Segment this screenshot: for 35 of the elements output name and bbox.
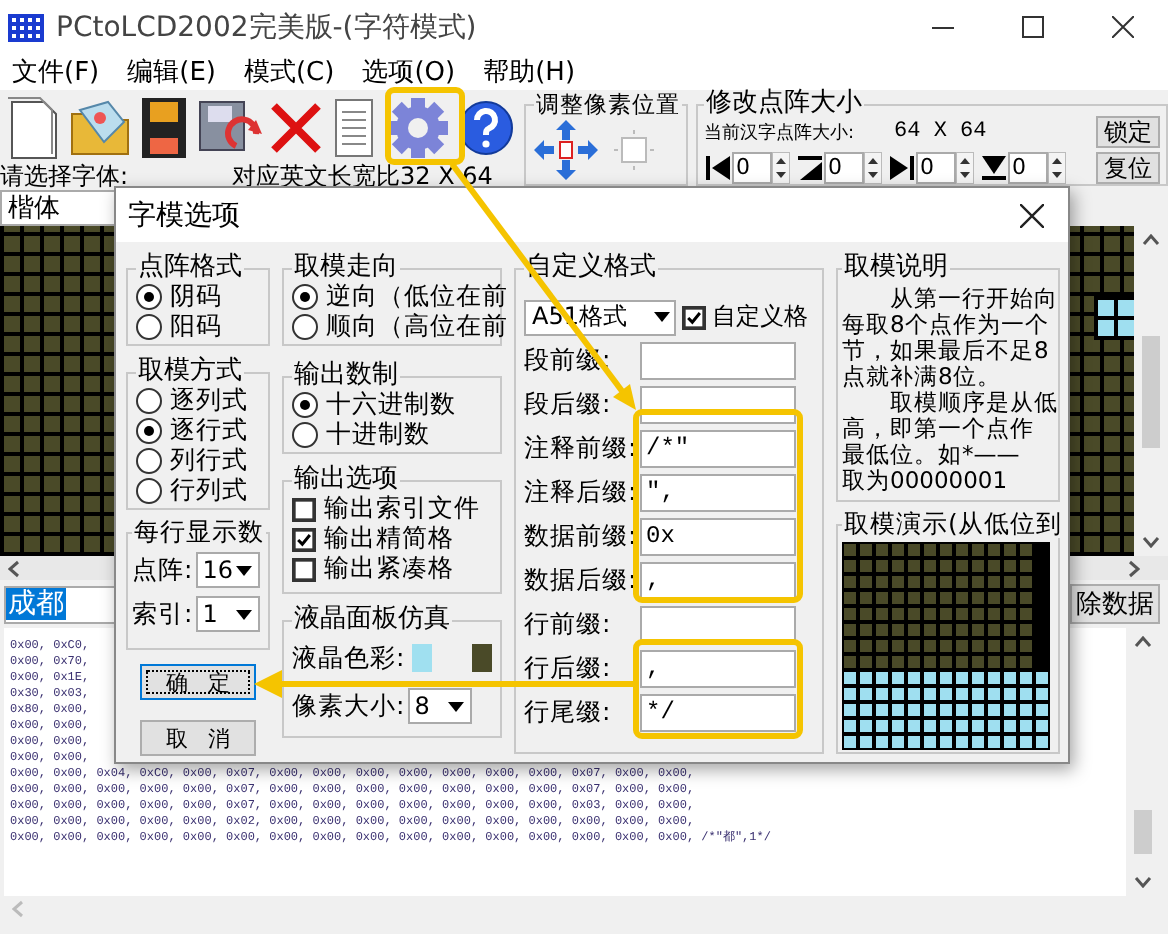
help-text: 最低位。如*——	[842, 442, 1022, 468]
group-title: 取模演示(从低位到	[842, 510, 1064, 538]
font-label: 请选择字体:	[0, 164, 129, 188]
window-title: PCtoLCD2002完美版-(字符模式)	[56, 9, 477, 45]
group-title: 点阵格式	[136, 254, 244, 282]
group-title: 调整像素位置	[534, 90, 682, 118]
field-label: 行尾缀:	[524, 695, 613, 729]
index-label: 索引:	[132, 597, 193, 631]
help-text: 从第一行开始向	[888, 286, 1054, 312]
help-text: 点就补满8位。	[842, 364, 1003, 390]
group-title: 输出选项	[292, 466, 400, 494]
field-label: 注释后缀:	[524, 475, 639, 509]
field-label: 数据前缀:	[524, 519, 639, 553]
field-label: 行后缀:	[524, 651, 613, 685]
matrix-size-value: 64 X 64	[894, 120, 987, 144]
group-title: 修改点阵大小	[704, 90, 864, 118]
help-text: 每取8个点作为一个	[842, 312, 1051, 338]
group-title: 每行显示数	[132, 518, 266, 546]
field-label: 段后缀:	[524, 387, 613, 421]
group-title: 取模走向	[292, 254, 400, 282]
help-text: 取模顺序是从低	[888, 390, 1054, 416]
group-title: 取模说明	[842, 254, 950, 282]
field-label: 数据后缀:	[524, 563, 639, 597]
field-label: 注释前缀:	[524, 431, 639, 465]
pixel-size-label: 像素大小:	[292, 689, 405, 723]
group-title: 液晶面板仿真	[292, 606, 452, 634]
group-title: 取模方式	[136, 358, 244, 386]
color-label: 液晶色彩:	[292, 641, 405, 675]
help-text: 高，即第一个点作	[842, 416, 1036, 442]
dot-label: 点阵:	[132, 553, 193, 587]
matrix-size-label: 当前汉字点阵大小:	[704, 121, 855, 145]
help-text: 节，如果最后不足8	[842, 338, 1051, 364]
group-title: 输出数制	[292, 362, 400, 390]
help-text: 取为00000001	[842, 468, 1010, 494]
field-label: 行前缀:	[524, 607, 613, 641]
